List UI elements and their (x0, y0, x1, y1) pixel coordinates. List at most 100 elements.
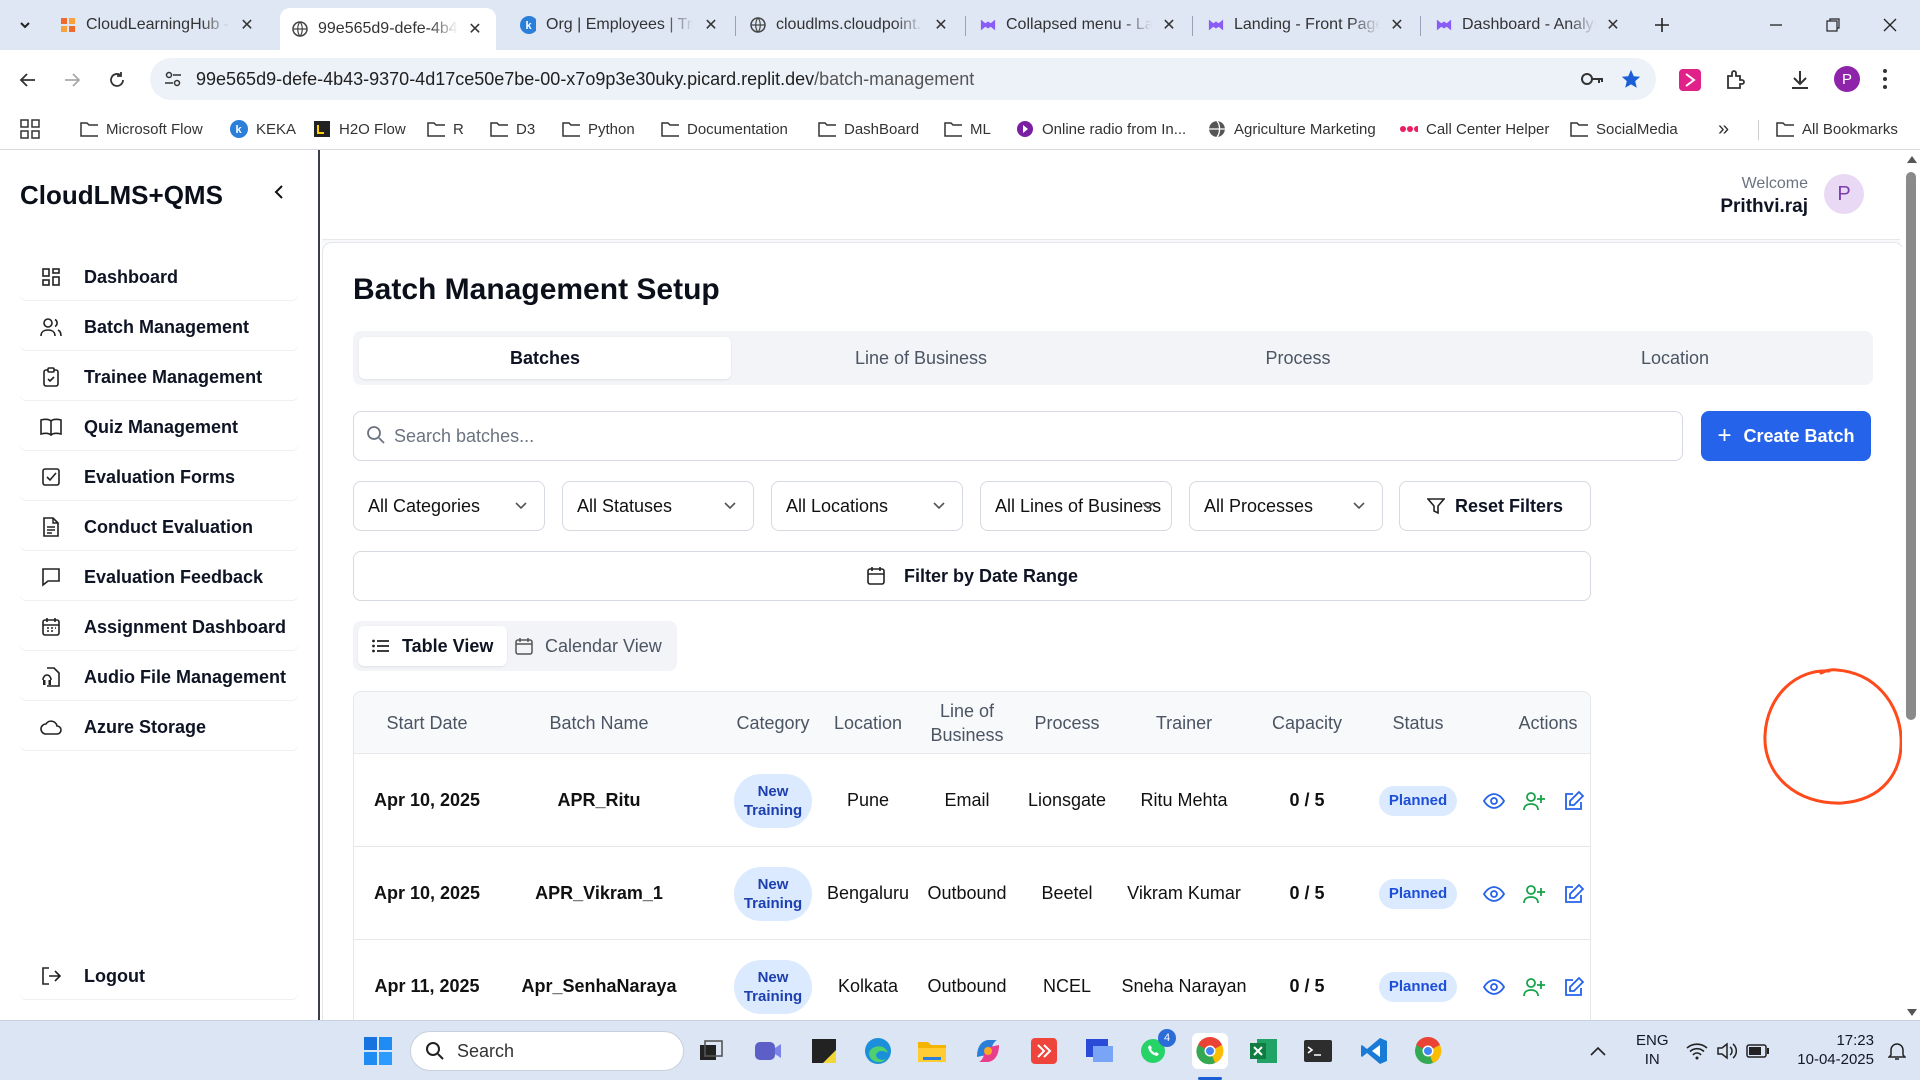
download-icon[interactable] (1788, 68, 1812, 92)
bookmark-item[interactable]: k KEKA (230, 116, 296, 142)
bookmark-item[interactable]: Documentation (661, 116, 788, 142)
file-explorer-icon[interactable] (914, 1033, 950, 1069)
bookmark-star-icon[interactable] (1620, 68, 1642, 90)
date-range-filter-button[interactable]: Filter by Date Range (353, 551, 1591, 601)
new-tab-icon[interactable] (1642, 10, 1682, 40)
scroll-down-icon[interactable] (1907, 1009, 1917, 1016)
tab-process[interactable]: Process (1112, 337, 1484, 379)
table-row[interactable]: Apr 10, 2025 APR_Vikram_1 New Training B… (354, 847, 1590, 940)
bookmark-item[interactable]: DashBoard (818, 116, 919, 142)
bookmark-item[interactable]: ML (944, 116, 991, 142)
tab-close-icon[interactable]: ✕ (702, 16, 720, 34)
search-input[interactable] (394, 422, 1654, 450)
col-line-of-business[interactable]: Line of Business (916, 692, 1018, 754)
browser-menu-icon[interactable] (1882, 68, 1888, 90)
location-filter-select[interactable]: All Locations (771, 481, 963, 531)
site-info-icon[interactable] (164, 70, 182, 88)
bookmark-item[interactable]: Python (562, 116, 635, 142)
page-scrollbar[interactable] (1902, 150, 1920, 1020)
sidebar-item-trainee-management[interactable]: Trainee Management (20, 354, 298, 400)
collapse-sidebar-button[interactable] (263, 176, 295, 208)
table-row[interactable]: Apr 11, 2025 Apr_SenhaNaraya New Trainin… (354, 940, 1590, 1030)
apps-grid-icon[interactable] (20, 116, 40, 142)
sidebar-item-audio-file-management[interactable]: Audio File Management (20, 654, 298, 700)
browser-tab[interactable]: Landing - Front Page ✕ (1196, 8, 1418, 42)
tab-close-icon[interactable]: ✕ (466, 20, 484, 38)
edge-icon[interactable] (860, 1033, 896, 1069)
calendar-view-button[interactable]: Calendar View (501, 626, 676, 666)
more-bookmarks-button[interactable]: » (1718, 116, 1729, 142)
remote-desktop-icon[interactable] (1082, 1033, 1118, 1069)
edit-icon[interactable] (1562, 882, 1586, 906)
assign-user-icon[interactable] (1522, 789, 1546, 813)
minimize-icon[interactable] (1756, 10, 1796, 40)
extensions-puzzle-icon[interactable] (1724, 68, 1748, 92)
sidebar-item-evaluation-forms[interactable]: Evaluation Forms (20, 454, 298, 500)
col-category[interactable]: Category (728, 692, 818, 754)
tab-close-icon[interactable]: ✕ (1160, 16, 1178, 34)
whatsapp-icon[interactable]: 4 (1136, 1029, 1176, 1069)
sticky-notes-icon[interactable] (806, 1033, 842, 1069)
assign-user-icon[interactable] (1522, 882, 1546, 906)
bookmark-item[interactable]: D3 (490, 116, 535, 142)
browser-tab[interactable]: CloudLearningHub - ✕ (48, 8, 268, 42)
assign-user-icon[interactable] (1522, 975, 1546, 999)
edit-icon[interactable] (1562, 789, 1586, 813)
sidebar-item-assignment-dashboard[interactable]: Assignment Dashboard (20, 604, 298, 650)
bookmark-item[interactable]: Microsoft Flow (80, 116, 203, 142)
col-trainer[interactable]: Trainer (1116, 692, 1252, 754)
notifications-icon[interactable] (1888, 1021, 1906, 1081)
col-capacity[interactable]: Capacity (1252, 692, 1362, 754)
sidebar-item-azure-storage[interactable]: Azure Storage (20, 704, 298, 750)
col-location[interactable]: Location (822, 692, 914, 754)
clock[interactable]: 17:23 10-04-2025 (1784, 1031, 1874, 1069)
chrome-profile-p-icon[interactable] (1192, 1033, 1228, 1069)
vscode-icon[interactable] (1356, 1033, 1392, 1069)
bookmark-item[interactable]: Online radio from In... (1016, 116, 1186, 142)
scrollbar-thumb[interactable] (1906, 172, 1916, 720)
bookmark-item[interactable]: H2O Flow (313, 116, 406, 142)
col-status[interactable]: Status (1362, 692, 1474, 754)
anydesk-icon[interactable] (1026, 1033, 1062, 1069)
tab-search-button[interactable] (12, 12, 38, 38)
status-filter-select[interactable]: All Statuses (562, 481, 754, 531)
task-view-icon[interactable] (693, 1033, 729, 1069)
forward-icon[interactable] (56, 64, 88, 96)
browser-tab[interactable]: Dashboard - Analytic ✕ (1424, 8, 1634, 42)
col-process[interactable]: Process (1018, 692, 1116, 754)
extension-icon[interactable] (1678, 68, 1702, 92)
bookmark-item[interactable]: Call Center Helper (1400, 116, 1549, 142)
view-icon[interactable] (1482, 882, 1506, 906)
table-row[interactable]: Apr 10, 2025 APR_Ritu New Training Pune … (354, 754, 1590, 847)
bookmark-item[interactable]: SocialMedia (1570, 116, 1678, 142)
tab-close-icon[interactable]: ✕ (238, 16, 256, 34)
logout-button[interactable]: Logout (20, 953, 298, 999)
scroll-up-icon[interactable] (1907, 156, 1917, 163)
sidebar-item-conduct-evaluation[interactable]: Conduct Evaluation (20, 504, 298, 550)
browser-tab-active[interactable]: 99e565d9-defe-4b43 ✕ (280, 8, 496, 50)
bookmark-item[interactable]: R (427, 116, 464, 142)
category-filter-select[interactable]: All Categories (353, 481, 545, 531)
input-language[interactable]: ENG IN (1636, 1031, 1669, 1069)
restore-icon[interactable] (1813, 10, 1853, 40)
avatar[interactable]: P (1824, 174, 1864, 214)
excel-icon[interactable] (1246, 1033, 1282, 1069)
sidebar-item-dashboard[interactable]: Dashboard (20, 254, 298, 300)
back-icon[interactable] (12, 64, 44, 96)
create-batch-button[interactable]: + Create Batch (1701, 411, 1871, 461)
url-bar[interactable]: 99e565d9-defe-4b43-9370-4d17ce50e7be-00-… (150, 58, 1656, 100)
reload-icon[interactable] (101, 64, 133, 96)
browser-tab[interactable]: k Org | Employees | Tre ✕ (508, 8, 732, 42)
view-icon[interactable] (1482, 975, 1506, 999)
close-window-icon[interactable] (1870, 10, 1910, 40)
volume-icon[interactable] (1716, 1021, 1738, 1081)
windows-start-icon[interactable] (360, 1033, 396, 1069)
col-start-date[interactable]: Start Date (354, 692, 500, 754)
profile-avatar[interactable]: P (1834, 66, 1860, 92)
all-bookmarks-button[interactable]: All Bookmarks (1776, 116, 1898, 142)
sidebar-item-batch-management[interactable]: Batch Management (20, 304, 298, 350)
terminal-icon[interactable] (1300, 1033, 1336, 1069)
tab-close-icon[interactable]: ✕ (1604, 16, 1622, 34)
line-of-business-filter-select[interactable]: All Lines of Business (980, 481, 1172, 531)
bookmark-item[interactable]: Agriculture Marketing (1208, 116, 1376, 142)
